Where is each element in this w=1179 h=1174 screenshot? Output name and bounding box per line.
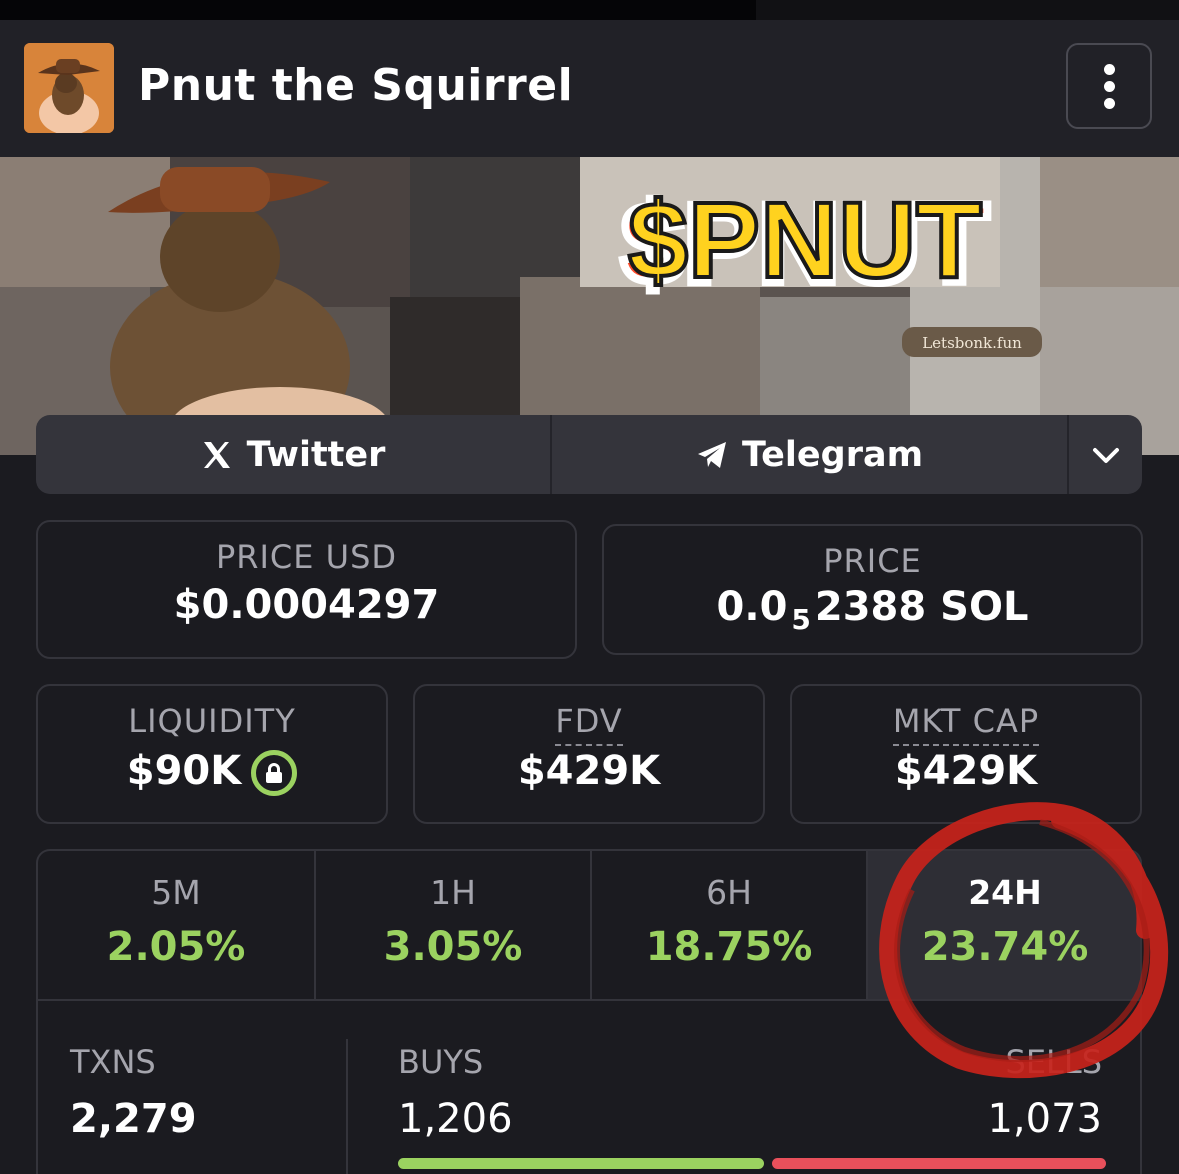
price-sol-card: PRICE 0.0 5 2388 SOL: [602, 524, 1143, 655]
timeframe-stats: 5M 2.05% 1H 3.05% 6H 18.75% 24H 23.74% T…: [36, 849, 1142, 1174]
timeframe-5m[interactable]: 5M 2.05%: [38, 851, 314, 1001]
token-banner: $PNUT $PNUT Letsbonk.fun: [0, 157, 1179, 455]
price-sol-zeros: 5: [791, 603, 811, 636]
sells-label: SELLS: [1005, 1043, 1103, 1081]
txns-label: TXNS: [70, 1043, 156, 1081]
telegram-label: Telegram: [741, 434, 924, 475]
price-sol-label: PRICE: [823, 542, 922, 580]
timeframe-24h[interactable]: 24H 23.74%: [868, 851, 1140, 1001]
progress-bar: [0, 0, 1179, 20]
timeframe-change: 3.05%: [383, 924, 523, 970]
banner-watermark: Letsbonk.fun: [922, 334, 1022, 352]
progress-fill: [0, 0, 756, 20]
price-usd-card: PRICE USD $0.0004297: [36, 520, 577, 659]
x-logo-icon: [203, 441, 230, 468]
token-name: Pnut the Squirrel: [138, 60, 574, 111]
fdv-card: FDV $429K: [413, 684, 765, 824]
fdv-label[interactable]: FDV: [555, 702, 623, 746]
telegram-link[interactable]: Telegram: [552, 415, 1069, 494]
price-sol-value: 0.0 5 2388 SOL: [604, 584, 1141, 636]
price-usd-value: $0.0004297: [173, 582, 440, 628]
token-header: Pnut the Squirrel: [0, 20, 1179, 157]
mkt-cap-label[interactable]: MKT CAP: [892, 702, 1040, 746]
social-links: Twitter Telegram: [36, 415, 1142, 494]
token-avatar: [24, 43, 114, 133]
buys-value: 1,206: [398, 1096, 513, 1142]
fdv-value: $429K: [517, 748, 661, 794]
telegram-icon: [697, 441, 726, 468]
mkt-cap-value: $429K: [894, 748, 1038, 794]
stats-divider: [346, 1039, 348, 1174]
timeframe-6h[interactable]: 6H 18.75%: [592, 851, 866, 1001]
timeframe-change: 23.74%: [921, 924, 1089, 970]
liquidity-value: $90K: [126, 748, 242, 794]
price-sol-lead: 0.0: [716, 584, 788, 630]
price-sol-rest: 2388 SOL: [814, 584, 1029, 630]
chevron-down-icon: [1092, 447, 1119, 463]
mkt-cap-card: MKT CAP $429K: [790, 684, 1142, 824]
timeframe-1h[interactable]: 1H 3.05%: [316, 851, 590, 1001]
timeframe-change: 2.05%: [106, 924, 246, 970]
timeframe-label: 1H: [430, 873, 476, 912]
banner-headline-fill: $PNUT: [628, 179, 982, 300]
timeframe-label: 6H: [706, 873, 752, 912]
timeframe-label: 24H: [968, 873, 1042, 912]
buys-label: BUYS: [398, 1043, 484, 1081]
sells-bar: [772, 1158, 1106, 1169]
buys-bar: [398, 1158, 764, 1169]
timeframe-label: 5M: [151, 873, 201, 912]
timeframe-change: 18.75%: [645, 924, 813, 970]
sells-value: 1,073: [987, 1096, 1102, 1142]
twitter-label: Twitter: [246, 434, 386, 475]
liquidity-card: LIQUIDITY $90K: [36, 684, 388, 824]
more-links-button[interactable]: [1069, 415, 1142, 494]
liquidity-label: LIQUIDITY: [128, 702, 296, 740]
lock-icon[interactable]: [251, 750, 298, 796]
kebab-menu-icon[interactable]: [1066, 43, 1152, 129]
price-usd-label: PRICE USD: [215, 538, 398, 576]
txns-value: 2,279: [70, 1096, 197, 1142]
twitter-link[interactable]: Twitter: [36, 415, 552, 494]
